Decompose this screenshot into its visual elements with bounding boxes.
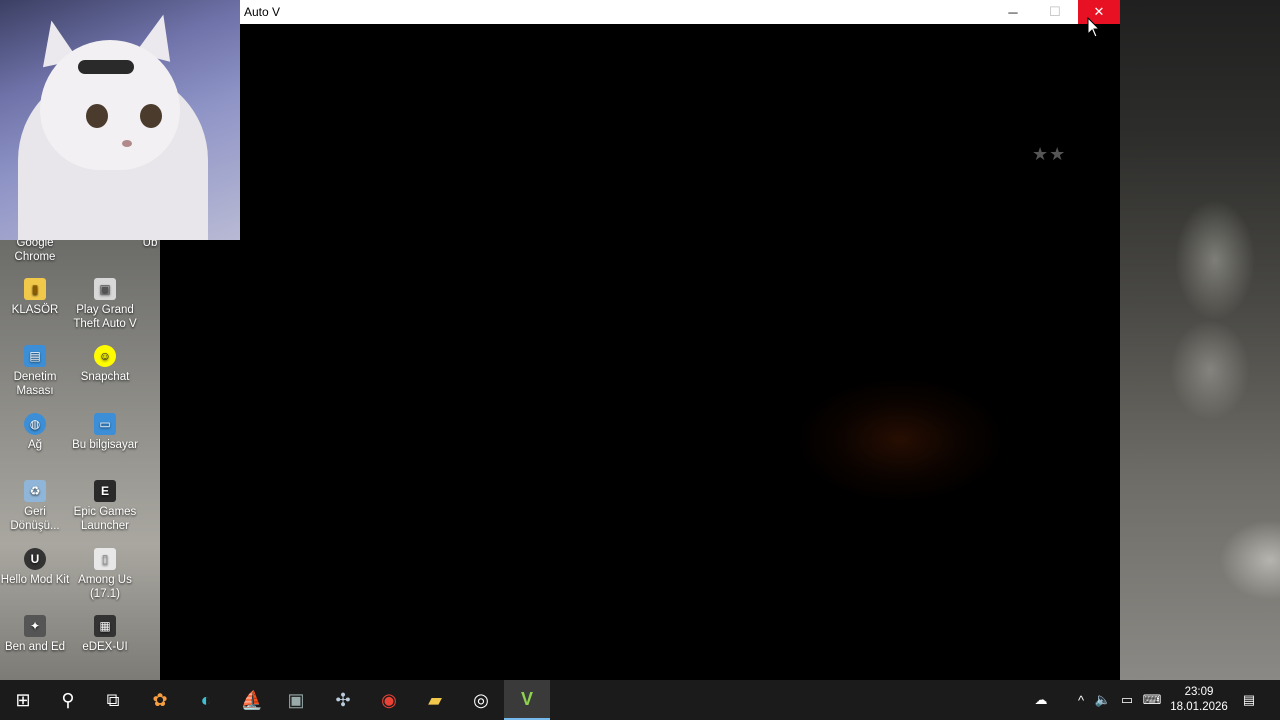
desktop-icon-ag[interactable]: ◍ Ağ [0, 413, 70, 452]
taskbar: ⊞ ⚲ ⧉ ✿ ◐ ⛵ ▣ ✣ ◉ ▰ ◎ V ☁ ^ 🔈 ▭ ⌨ 23:09 … [0, 680, 1280, 720]
webcam-overlay [0, 0, 240, 240]
desktop-icon-among-us[interactable]: ▯ Among Us (17.1) [70, 548, 140, 601]
desktop-icon-hello-mod-kit[interactable]: U Hello Mod Kit [0, 548, 70, 587]
shortcut-icon: ▣ [94, 278, 116, 300]
unreal-icon: U [24, 548, 46, 570]
desktop-icon-denetim-masasi[interactable]: ▤ Denetim Masası [0, 345, 70, 398]
notifications-icon[interactable]: ▤ [1238, 690, 1260, 710]
screenshot-app-icon[interactable]: ▣ [273, 680, 319, 720]
loading-glow [800, 380, 1000, 500]
game-window-shadow [160, 240, 240, 680]
network-icon: ◍ [24, 413, 46, 435]
edge-icon[interactable]: ◐ [183, 680, 229, 720]
task-view-icon[interactable]: ⧉ [90, 680, 136, 720]
game-window[interactable]: Auto V ─ ☐ ✕ ★★ [240, 0, 1120, 680]
clock-time: 23:09 [1184, 686, 1214, 698]
desktop-icon-label: Snapchat [80, 371, 130, 383]
desktop-icon-label: eDEX-UI [82, 641, 128, 653]
recycle-bin-icon: ♻ [24, 480, 46, 502]
desktop-icon-bu-bilgisayar[interactable]: ▭ Bu bilgisayar [70, 413, 140, 452]
desktop-icon-klasor[interactable]: ▮ KLASÖR [0, 278, 70, 317]
mouse-cursor-icon [1087, 17, 1101, 38]
edex-icon: ▦ [94, 615, 116, 637]
control-panel-icon: ▤ [24, 345, 46, 367]
desktop-icon-label: KLASÖR [11, 304, 59, 316]
gta-v-icon[interactable]: V [504, 680, 550, 720]
desktop-icon-label: Ben and Ed [4, 641, 66, 653]
keyboard-icon[interactable]: ⌨ [1141, 690, 1163, 710]
clock-date: 18.01.2026 [1170, 701, 1228, 713]
file-explorer-icon[interactable]: ▰ [412, 680, 458, 720]
desktop-icon-label: Play Grand Theft Auto V [73, 304, 137, 330]
desktop-icon-ben-and-ed[interactable]: ✦ Ben and Ed [0, 615, 70, 654]
cat-head-patch [78, 60, 134, 74]
chevron-up-icon[interactable]: ^ [1074, 690, 1088, 710]
snapchat-icon: ☺ [94, 345, 116, 367]
desktop-icon-google-chrome[interactable]: Google Chrome [0, 236, 70, 264]
desktop-icon-label: Bu bilgisayar [72, 439, 138, 451]
desktop-background-right [1120, 0, 1280, 680]
cat-eye-left [86, 104, 108, 128]
maximize-button[interactable]: ☐ [1034, 0, 1076, 24]
gamepad-icon[interactable]: ✣ [320, 680, 366, 720]
minimize-button[interactable]: ─ [992, 0, 1034, 24]
xbox-app-icon[interactable]: ⛵ [229, 680, 275, 720]
cat-nose [122, 140, 132, 147]
desktop-icon-label: Epic Games Launcher [73, 506, 137, 532]
copilot-icon[interactable]: ✿ [137, 680, 183, 720]
desktop-icon-label: Hello Mod Kit [0, 574, 70, 586]
desktop-icon-play-gta-v[interactable]: ▣ Play Grand Theft Auto V [70, 278, 140, 331]
cat-eye-right [140, 104, 162, 128]
chrome-icon[interactable]: ◉ [366, 680, 412, 720]
obs-icon[interactable]: ◎ [458, 680, 504, 720]
folder-icon: ▮ [24, 278, 46, 300]
file-icon: ▯ [94, 548, 116, 570]
battery-icon[interactable]: ▭ [1118, 690, 1136, 710]
desktop-icon-epic-games[interactable]: E Epic Games Launcher [70, 480, 140, 533]
game-icon: ✦ [24, 615, 46, 637]
window-titlebar[interactable]: Auto V ─ ☐ ✕ [240, 0, 1120, 24]
epic-games-icon: E [94, 480, 116, 502]
desktop-icon-label: Ağ [27, 439, 43, 451]
window-title: Auto V [244, 5, 281, 19]
weather-icon[interactable]: ☁ [1030, 690, 1052, 710]
desktop-icon-label: Among Us (17.1) [78, 574, 132, 600]
desktop-icon-label: Geri Dönüşü... [10, 506, 60, 532]
search-icon[interactable]: ⚲ [45, 680, 91, 720]
wanted-level-stars: ★★ [1032, 144, 1067, 164]
clock[interactable]: 23:09 18.01.2026 [1166, 685, 1232, 715]
desktop-icon-label: Denetim Masası [13, 371, 57, 397]
desktop-icon-label: Google Chrome [14, 237, 56, 263]
volume-icon[interactable]: 🔈 [1094, 690, 1112, 710]
computer-icon: ▭ [94, 413, 116, 435]
start-button[interactable]: ⊞ [0, 680, 46, 720]
desktop-icon-edex-ui[interactable]: ▦ eDEX-UI [70, 615, 140, 654]
desktop-icon-geri-donusum[interactable]: ♻ Geri Dönüşü... [0, 480, 70, 533]
desktop-icon-snapchat[interactable]: ☺ Snapchat [70, 345, 140, 384]
